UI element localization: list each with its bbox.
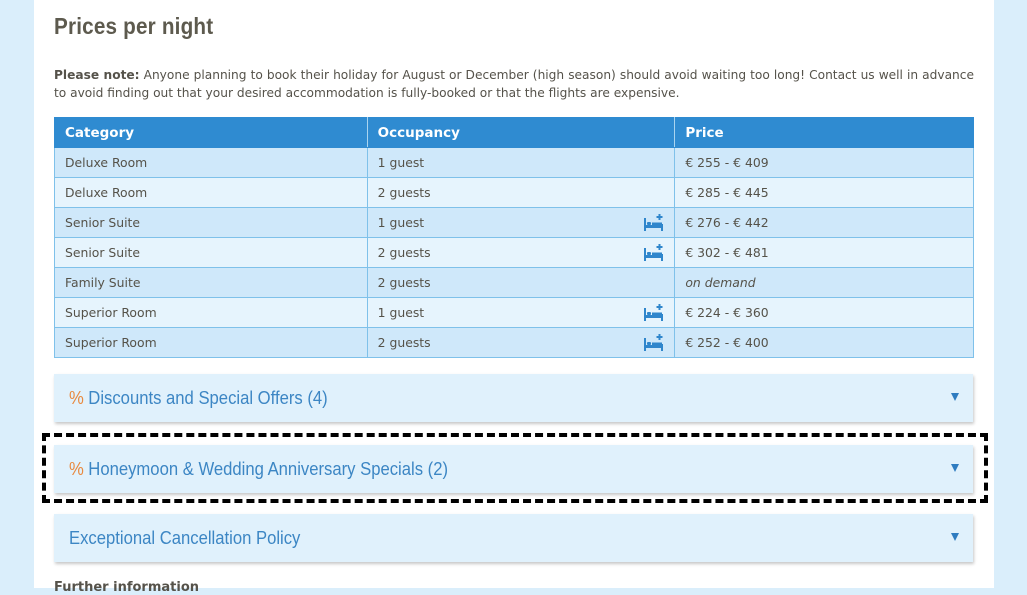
header-occupancy: Occupancy bbox=[366, 117, 676, 148]
bed-plus-icon[interactable] bbox=[643, 214, 665, 232]
cell-price: € 252 - € 400 bbox=[674, 327, 974, 358]
booking-note: Please note: Anyone planning to book the… bbox=[54, 66, 974, 102]
content-panel: Prices per night Please note: Anyone pla… bbox=[34, 0, 994, 595]
cell-price: € 285 - € 445 bbox=[674, 177, 974, 208]
cell-occupancy: 1 guest bbox=[366, 147, 676, 178]
table-row: Deluxe Room 2 guests € 285 - € 445 bbox=[54, 177, 974, 208]
occupancy-text: 2 guests bbox=[377, 335, 431, 350]
cell-price: on demand bbox=[674, 267, 974, 298]
table-row: Deluxe Room 1 guest € 255 - € 409 bbox=[54, 147, 974, 178]
accordion-label: Discounts and Special Offers (4) bbox=[88, 387, 328, 408]
table-header-row: Category Occupancy Price bbox=[54, 117, 974, 148]
cell-price: € 224 - € 360 bbox=[674, 297, 974, 328]
accordion-honeymoon-specials[interactable]: % Honeymoon & Wedding Anniversary Special… bbox=[54, 445, 973, 493]
table-row: Family Suite 2 guests on demand bbox=[54, 267, 974, 298]
triangle-down-icon bbox=[951, 533, 959, 541]
occupancy-text: 1 guest bbox=[377, 215, 425, 230]
table-row: Superior Room 1 guest € 224 - € 360 bbox=[54, 297, 974, 328]
table-row: Senior Suite 2 guests € 302 - € 481 bbox=[54, 237, 974, 268]
cell-price: € 255 - € 409 bbox=[674, 147, 974, 178]
occupancy-text: 2 guests bbox=[377, 275, 431, 290]
occupancy-text: 2 guests bbox=[377, 185, 431, 200]
table-row: Senior Suite 1 guest € 276 - € 442 bbox=[54, 207, 974, 238]
occupancy-text: 2 guests bbox=[377, 245, 431, 260]
table-row: Superior Room 2 guests € 252 - € 400 bbox=[54, 327, 974, 358]
cell-category: Senior Suite bbox=[54, 237, 368, 268]
occupancy-text: 1 guest bbox=[377, 155, 425, 170]
percent-icon: % bbox=[69, 458, 84, 479]
accordion-cancellation-policy[interactable]: Exceptional Cancellation Policy bbox=[54, 514, 973, 562]
occupancy-text: 1 guest bbox=[377, 305, 425, 320]
cell-price: € 276 - € 442 bbox=[674, 207, 974, 238]
accordion-discounts[interactable]: % Discounts and Special Offers (4) bbox=[54, 374, 973, 422]
accordion-label: Honeymoon & Wedding Anniversary Specials… bbox=[88, 458, 449, 479]
note-label: Please note: bbox=[54, 68, 140, 82]
bed-plus-icon[interactable] bbox=[643, 304, 665, 322]
cell-occupancy: 1 guest bbox=[366, 207, 676, 238]
header-price: Price bbox=[674, 117, 974, 148]
cell-occupancy: 2 guests bbox=[366, 177, 676, 208]
percent-icon: % bbox=[69, 387, 84, 408]
cell-category: Senior Suite bbox=[54, 207, 368, 238]
price-table: Category Occupancy Price Deluxe Room 1 gu… bbox=[54, 117, 974, 358]
accordion-label: Exceptional Cancellation Policy bbox=[69, 527, 301, 548]
cell-category: Deluxe Room bbox=[54, 177, 368, 208]
triangle-down-icon bbox=[951, 393, 959, 401]
cell-category: Superior Room bbox=[54, 327, 368, 358]
bed-plus-icon[interactable] bbox=[643, 334, 665, 352]
cell-occupancy: 2 guests bbox=[366, 237, 676, 268]
triangle-down-icon bbox=[951, 464, 959, 472]
header-category: Category bbox=[54, 117, 368, 148]
page-title: Prices per night bbox=[54, 13, 214, 39]
cell-category: Superior Room bbox=[54, 297, 368, 328]
cell-category: Deluxe Room bbox=[54, 147, 368, 178]
cell-occupancy: 1 guest bbox=[366, 297, 676, 328]
cell-category: Family Suite bbox=[54, 267, 368, 298]
price-table-body: Deluxe Room 1 guest € 255 - € 409 Deluxe Ro… bbox=[54, 147, 974, 358]
bed-plus-icon[interactable] bbox=[643, 244, 665, 262]
cell-price: € 302 - € 481 bbox=[674, 237, 974, 268]
cell-occupancy: 2 guests bbox=[366, 267, 676, 298]
note-text: Anyone planning to book their holiday fo… bbox=[54, 68, 974, 100]
cell-occupancy: 2 guests bbox=[366, 327, 676, 358]
